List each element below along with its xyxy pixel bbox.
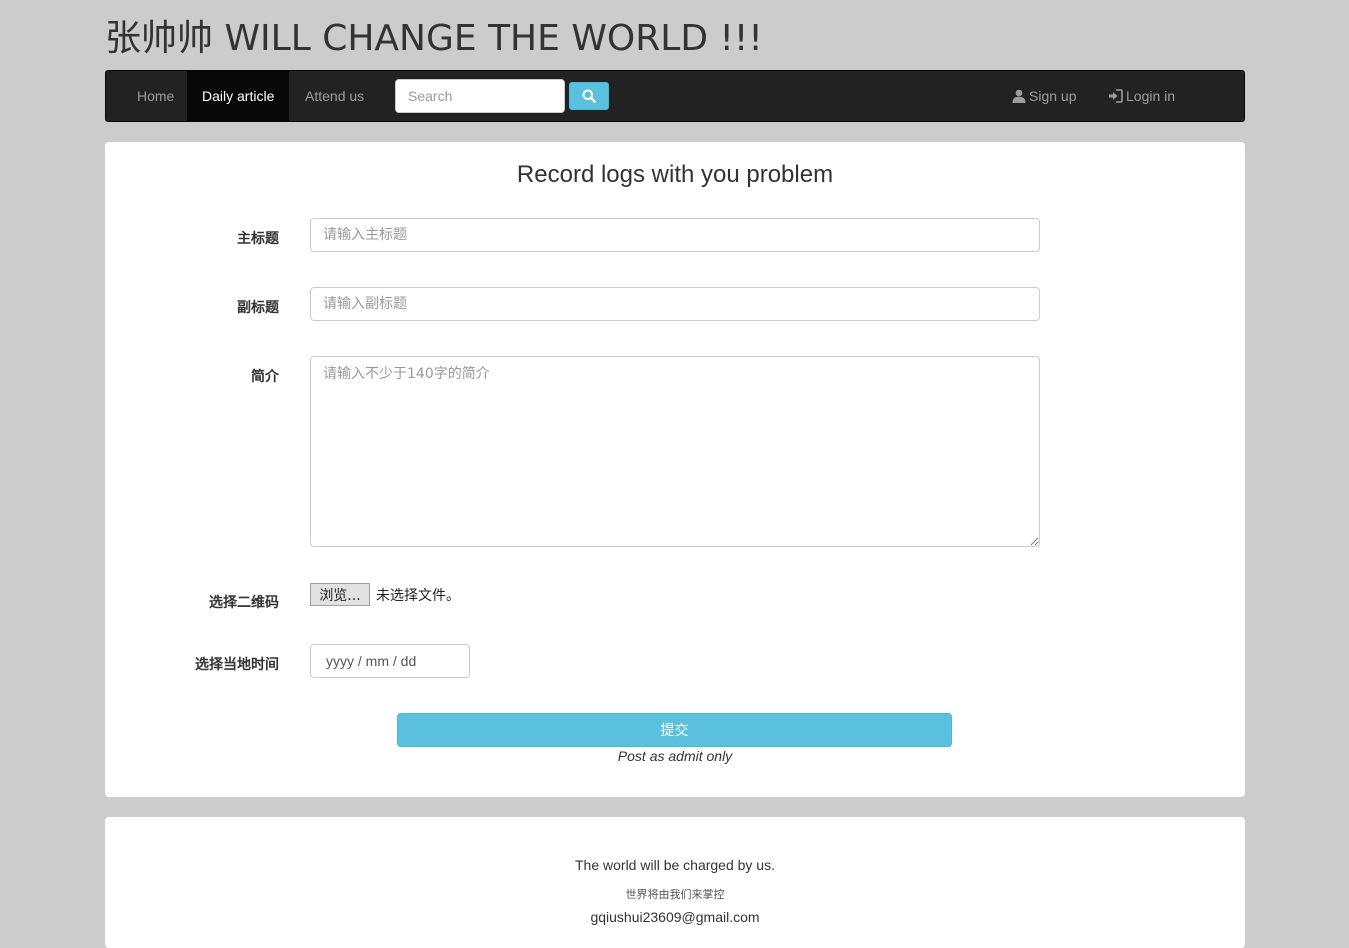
- search-input[interactable]: [395, 79, 565, 113]
- qr-code-label: 选择二维码: [209, 595, 279, 611]
- main-title-label: 主标题: [237, 231, 279, 247]
- login-icon: [1109, 89, 1123, 103]
- footer-panel: The world will be charged by us. 世界将由我们来…: [105, 817, 1245, 948]
- subtitle-input[interactable]: [310, 287, 1040, 321]
- nav-item-home[interactable]: Home: [122, 71, 189, 121]
- footer-email: gqiushui23609@gmail.com: [590, 909, 760, 925]
- qr-code-file-picker: 浏览... 未选择文件。: [310, 583, 460, 606]
- file-status: 未选择文件。: [376, 587, 460, 604]
- footer-slogan-cn: 世界将由我们来掌控: [625, 888, 725, 901]
- date-input[interactable]: yyyy / mm / dd: [310, 644, 470, 678]
- intro-textarea[interactable]: [310, 356, 1040, 547]
- subtitle-label: 副标题: [237, 300, 279, 316]
- search-button[interactable]: [569, 82, 609, 110]
- navbar: Home Daily article Attend us Sign up Log…: [105, 70, 1245, 122]
- admin-note: Post as admit only: [617, 748, 733, 764]
- record-form-panel: Record logs with you problem 主标题 副标题 简介 …: [105, 142, 1245, 797]
- local-time-label: 选择当地时间: [195, 657, 279, 673]
- login-link[interactable]: Login in: [1108, 71, 1175, 121]
- browse-button[interactable]: 浏览...: [310, 583, 370, 606]
- site-title: 张帅帅 WILL CHANGE THE WORLD !!!: [105, 18, 763, 59]
- nav-item-daily-article[interactable]: Daily article: [187, 71, 290, 121]
- nav-item-attend-us[interactable]: Attend us: [290, 71, 379, 121]
- main-title-input[interactable]: [310, 218, 1040, 252]
- user-icon: [1012, 89, 1026, 103]
- search-icon: [582, 89, 596, 103]
- intro-label: 简介: [251, 369, 279, 385]
- signup-label: Sign up: [1029, 88, 1077, 104]
- signup-link[interactable]: Sign up: [1012, 71, 1076, 121]
- footer-slogan-en: The world will be charged by us.: [575, 857, 775, 873]
- submit-button[interactable]: 提交: [397, 713, 952, 747]
- form-heading: Record logs with you problem: [516, 161, 834, 188]
- login-label: Login in: [1126, 88, 1176, 104]
